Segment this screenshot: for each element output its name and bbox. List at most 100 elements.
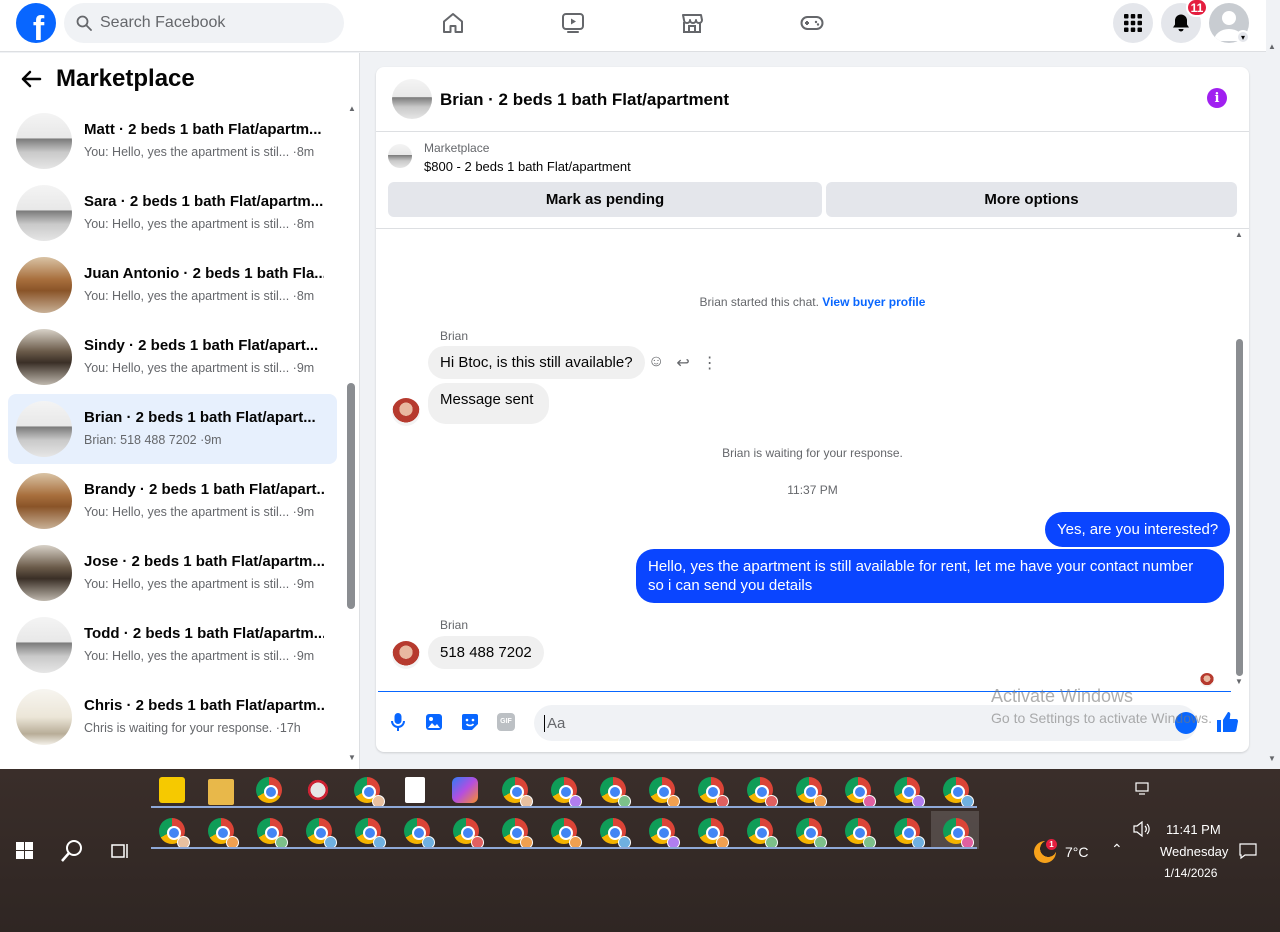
- conversation-item[interactable]: Jose · 2 beds 1 bath Flat/apartm... You: …: [8, 538, 337, 608]
- chrome-profile-icon[interactable]: [894, 818, 925, 849]
- sender-avatar[interactable]: [392, 398, 420, 426]
- clock-date[interactable]: 1/14/2026: [1164, 866, 1217, 880]
- page-scroll-down-icon[interactable]: ▼: [1268, 754, 1276, 763]
- microphone-icon[interactable]: [387, 711, 409, 733]
- conversation-title: Todd · 2 beds 1 bath Flat/apartm...: [84, 625, 324, 642]
- incoming-message[interactable]: Hi Btoc, is this still available?: [428, 346, 645, 379]
- task-view-icon[interactable]: [110, 841, 130, 864]
- home-icon[interactable]: [438, 8, 468, 38]
- chrome-profile-icon[interactable]: [796, 777, 827, 808]
- menu-grid-icon[interactable]: [1113, 3, 1153, 43]
- chrome-profile-icon[interactable]: [845, 777, 876, 808]
- gif-icon[interactable]: GIF: [495, 711, 517, 733]
- chrome-profile-icon[interactable]: [208, 818, 239, 849]
- scroll-up-arrow-icon[interactable]: ▲: [348, 104, 356, 113]
- outgoing-message[interactable]: Hello, yes the apartment is still availa…: [636, 549, 1224, 603]
- windows-taskbar: 1 7°C ⌃ 11:41 PM Wednesday 1/14/2026: [0, 769, 1280, 932]
- sender-avatar[interactable]: [392, 641, 420, 669]
- chat-scrollbar[interactable]: [1236, 339, 1243, 676]
- page-scroll-up-icon[interactable]: ▲: [1268, 42, 1276, 51]
- network-icon[interactable]: [1134, 781, 1150, 800]
- clock-day[interactable]: Wednesday: [1160, 844, 1228, 859]
- search-box[interactable]: [64, 3, 344, 43]
- chevron-down-icon[interactable]: ▾: [1236, 30, 1250, 44]
- marketplace-icon[interactable]: [677, 8, 707, 38]
- conversation-preview: Chris is waiting for your response. ·17h: [84, 721, 301, 735]
- chrome-profile-icon[interactable]: [845, 818, 876, 849]
- chrome-profile-icon[interactable]: [943, 777, 974, 808]
- chat-scroll-down-icon[interactable]: ▼: [1235, 677, 1243, 686]
- scroll-down-arrow-icon[interactable]: ▼: [348, 753, 356, 762]
- chrome-profile-icon[interactable]: [306, 818, 337, 849]
- file-explorer-icon[interactable]: [208, 779, 234, 805]
- chrome-profile-icon[interactable]: [404, 818, 435, 849]
- weather-temperature[interactable]: 7°C: [1065, 844, 1089, 860]
- volume-icon[interactable]: [1133, 820, 1151, 840]
- chrome-profile-icon[interactable]: [649, 777, 680, 808]
- chrome-profile-icon[interactable]: [894, 777, 925, 808]
- conversation-item[interactable]: Chris · 2 beds 1 bath Flat/apartm... Chri…: [8, 682, 337, 752]
- chrome-profile-icon[interactable]: [551, 818, 582, 849]
- chrome-profile-icon[interactable]: [747, 818, 778, 849]
- video-icon[interactable]: [558, 8, 588, 38]
- chat-scroll-up-icon[interactable]: ▲: [1235, 230, 1243, 239]
- chrome-profile-icon[interactable]: [649, 818, 680, 849]
- show-hidden-icons-chevron-icon[interactable]: ⌃: [1111, 841, 1123, 858]
- more-options-button[interactable]: More options: [826, 182, 1237, 217]
- photo-icon[interactable]: [423, 711, 445, 733]
- chrome-profile-icon[interactable]: [355, 818, 386, 849]
- listing-price[interactable]: $800 - 2 beds 1 bath Flat/apartment: [424, 159, 631, 174]
- react-emoji-icon[interactable]: ☺: [648, 353, 664, 373]
- view-buyer-profile-link[interactable]: View buyer profile: [822, 295, 925, 309]
- chrome-profile-icon[interactable]: [257, 818, 288, 849]
- more-vertical-icon[interactable]: ⋮: [702, 353, 718, 373]
- conversation-item[interactable]: Matt · 2 beds 1 bath Flat/apartm... You: …: [8, 106, 337, 176]
- sticker-icon[interactable]: [459, 711, 481, 733]
- conversation-title: Sindy · 2 beds 1 bath Flat/apart...: [84, 337, 319, 354]
- gaming-icon[interactable]: [797, 8, 827, 38]
- taskbar-search-icon[interactable]: [60, 839, 84, 866]
- conversation-item[interactable]: Todd · 2 beds 1 bath Flat/apartm... You: …: [8, 610, 337, 680]
- chrome-profile-icon-active[interactable]: [943, 818, 974, 849]
- chrome-profile-icon[interactable]: [747, 777, 778, 808]
- chrome-profile-icon[interactable]: [551, 777, 582, 808]
- copilot-icon[interactable]: [452, 777, 478, 803]
- windows-start-icon[interactable]: [16, 842, 33, 859]
- chrome-profile-icon[interactable]: [796, 818, 827, 849]
- clock-time[interactable]: 11:41 PM: [1166, 822, 1221, 837]
- conversation-item[interactable]: Brian · 2 beds 1 bath Flat/apart... Brian…: [8, 394, 337, 464]
- conversation-preview: You: Hello, yes the apartment is stil...…: [84, 145, 315, 159]
- conversation-item[interactable]: Juan Antonio · 2 beds 1 bath Fla... You: …: [8, 250, 337, 320]
- conversation-item[interactable]: Brandy · 2 beds 1 bath Flat/apart... You:…: [8, 466, 337, 536]
- outgoing-message[interactable]: Yes, are you interested?: [1045, 512, 1231, 547]
- chrome-profile-icon[interactable]: [159, 818, 190, 849]
- facebook-logo[interactable]: f: [16, 3, 56, 43]
- search-input[interactable]: [100, 14, 330, 32]
- chrome-profile-icon[interactable]: [354, 777, 385, 808]
- conversation-preview: Brian: 518 488 7202 ·9m: [84, 433, 222, 447]
- chrome-profile-icon[interactable]: [600, 777, 631, 808]
- paint-icon[interactable]: [305, 777, 331, 803]
- chat-title[interactable]: Brian · 2 beds 1 bath Flat/apartment: [440, 90, 729, 110]
- chrome-profile-icon[interactable]: [600, 818, 631, 849]
- back-arrow-icon[interactable]: [20, 68, 42, 90]
- thumbs-up-icon[interactable]: [1215, 710, 1239, 734]
- reply-icon[interactable]: ↩: [676, 353, 689, 373]
- mark-as-pending-button[interactable]: Mark as pending: [388, 182, 822, 217]
- chrome-profile-icon[interactable]: [502, 818, 533, 849]
- chrome-profile-icon[interactable]: [698, 777, 729, 808]
- conversation-list-scrollbar[interactable]: [347, 383, 355, 609]
- info-icon[interactable]: i: [1207, 88, 1227, 108]
- sticky-notes-icon[interactable]: [159, 777, 185, 803]
- conversation-item[interactable]: Sara · 2 beds 1 bath Flat/apartm... You: …: [8, 178, 337, 248]
- chrome-profile-icon[interactable]: [502, 777, 533, 808]
- notepad-icon[interactable]: [405, 777, 425, 803]
- chrome-profile-icon[interactable]: [453, 818, 484, 849]
- chrome-profile-icon[interactable]: [698, 818, 729, 849]
- listing-thumbnail[interactable]: [392, 79, 432, 119]
- chrome-icon[interactable]: [256, 777, 282, 803]
- notification-center-icon[interactable]: [1239, 842, 1257, 863]
- incoming-message[interactable]: Message sent: [428, 383, 550, 424]
- incoming-message[interactable]: 518 488 7202: [428, 636, 544, 669]
- conversation-item[interactable]: Sindy · 2 beds 1 bath Flat/apart... You: …: [8, 322, 337, 392]
